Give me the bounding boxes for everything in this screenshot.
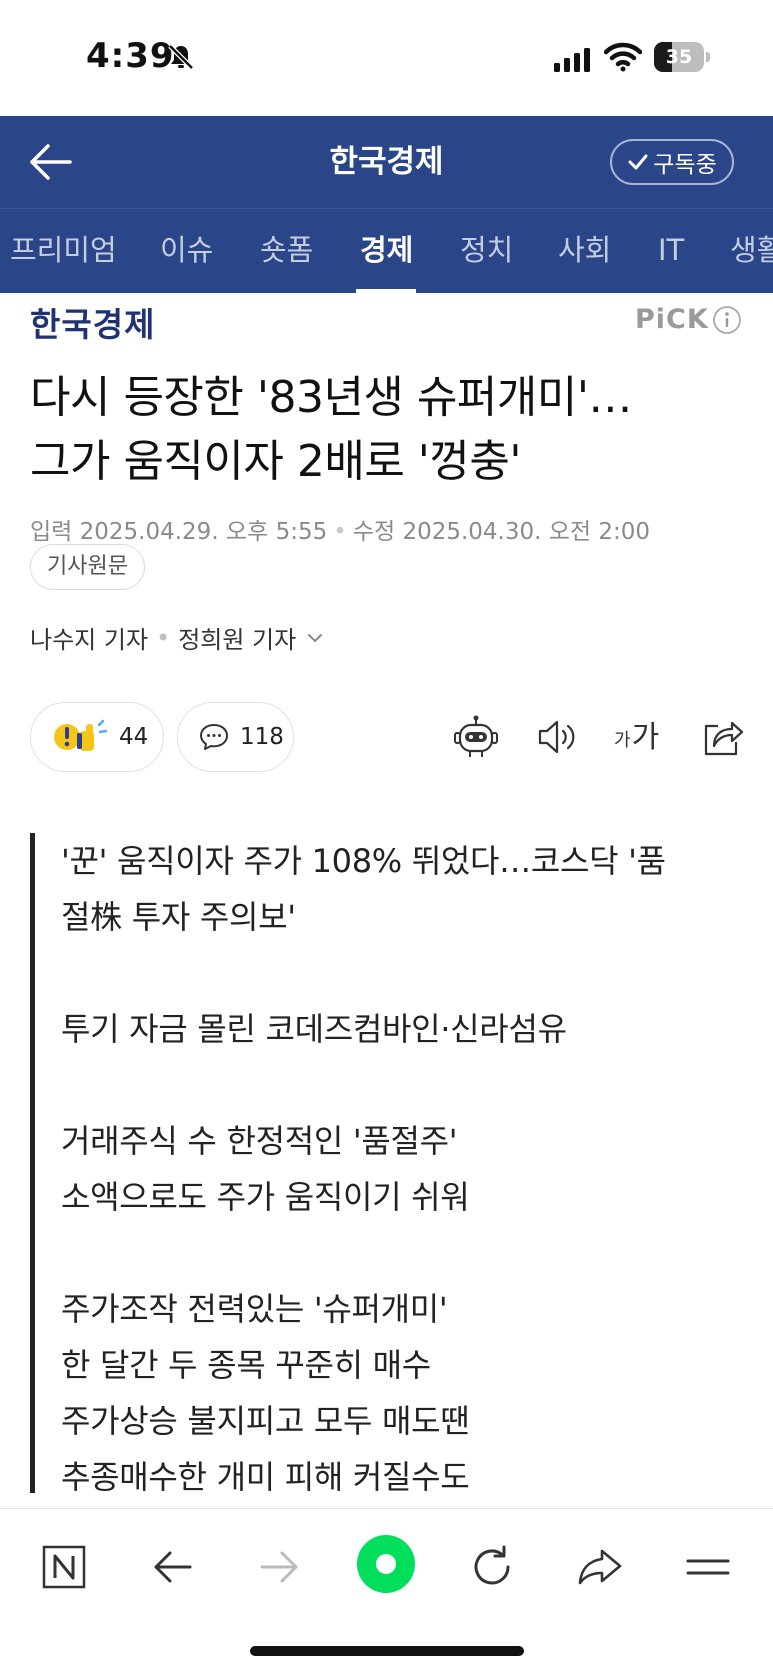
font-size-big-glyph: 가 [631, 720, 660, 755]
pick-badge: PiCK [635, 304, 709, 335]
refresh-icon[interactable] [464, 1539, 520, 1595]
share-icon[interactable] [698, 714, 746, 760]
home-indicator[interactable] [250, 1646, 524, 1656]
status-bar: 4:39 35 [0, 0, 773, 116]
tab-life[interactable]: 생활 [730, 209, 773, 293]
reporter-name: 정희원 기자 [178, 626, 297, 654]
summary-line: 한 달간 두 종목 꾸준히 매수 [61, 1346, 431, 1384]
naver-green-dot-icon[interactable] [355, 1533, 417, 1595]
tab-premium[interactable]: 프리미엄 [10, 209, 117, 293]
wifi-icon [604, 42, 642, 72]
forward-icon[interactable] [252, 1539, 308, 1595]
headline-line-1: 다시 등장한 '83년생 슈퍼개미'… [30, 372, 632, 423]
summary-line: 거래주식 수 한정적인 '품절주' [61, 1122, 458, 1160]
reaction-count: 44 [119, 724, 149, 750]
active-tab-indicator [356, 289, 416, 293]
article-headline: 다시 등장한 '83년생 슈퍼개미'… 그가 움직이자 2배로 '껑충' [30, 366, 750, 494]
input-date: 입력 2025.04.29. 오후 5:55 [30, 519, 328, 545]
summary-line: '꾼' 움직이자 주가 108% 뛰었다…코스닥 '품 [61, 842, 666, 880]
battery-indicator: 35 [654, 42, 710, 72]
reporter-list[interactable]: 나수지 기자 • 정희원 기자 [30, 620, 326, 655]
naver-home-icon[interactable] [36, 1539, 92, 1595]
summary-line: 소액으로도 주가 움직이기 쉬워 [61, 1178, 470, 1216]
tab-issue[interactable]: 이슈 [160, 209, 213, 293]
cellular-signal-icon [554, 48, 590, 72]
comment-icon [200, 724, 228, 750]
reporter-name: 나수지 기자 [30, 626, 149, 654]
check-icon [628, 154, 648, 170]
article-dates: 입력 2025.04.29. 오후 5:55 • 수정 2025.04.30. 오전… [30, 519, 651, 545]
subscribe-label: 구독중 [653, 152, 717, 178]
reaction-emoji-icon [54, 719, 108, 751]
app-header: 한국경제 구독중 [0, 116, 773, 208]
original-article-button[interactable]: 기사원문 [30, 544, 145, 590]
modified-date: 수정 2025.04.30. 오전 2:00 [352, 519, 651, 545]
article-summary: '꾼' 움직이자 주가 108% 뛰었다…코스닥 '품 절株 투자 주의보' 투… [30, 833, 750, 1496]
tab-economy[interactable]: 경제 [360, 209, 413, 293]
summary-line: 주가조작 전력있는 '슈퍼개미' [61, 1290, 448, 1328]
font-size-small-glyph: 가 [614, 730, 631, 751]
summary-line: 투기 자금 몰린 코데즈컴바인·신라섬유 [61, 1010, 567, 1048]
info-icon[interactable] [712, 305, 742, 335]
press-logo[interactable]: 한국경제 [30, 298, 155, 346]
battery-percent: 35 [665, 46, 693, 68]
tab-society[interactable]: 사회 [558, 209, 611, 293]
chevron-down-icon [308, 633, 323, 642]
summary-line: 추종매수한 개미 피해 커질수도 [61, 1458, 470, 1496]
summary-line: 절株 투자 주의보' [61, 898, 296, 936]
subscribe-button[interactable]: 구독중 [610, 139, 734, 185]
category-tabs: 프리미엄 이슈 숏폼 경제 정치 사회 IT 생활 [0, 208, 773, 293]
comment-count: 118 [240, 724, 284, 750]
share-arrow-icon[interactable] [572, 1539, 628, 1595]
bell-muted-icon [168, 44, 194, 70]
summary-line: 주가상승 불지피고 모두 매도땐 [61, 1402, 470, 1440]
ai-summary-robot-icon[interactable] [452, 714, 500, 760]
back-icon[interactable] [144, 1539, 200, 1595]
tab-it[interactable]: IT [658, 209, 684, 293]
menu-icon[interactable] [680, 1539, 736, 1595]
tab-politics[interactable]: 정치 [460, 209, 513, 293]
font-size-button[interactable]: 가 가 [614, 716, 659, 756]
text-to-speech-icon[interactable] [534, 714, 582, 760]
headline-line-2: 그가 움직이자 2배로 '껑충' [30, 436, 521, 487]
status-time: 4:39 [86, 36, 175, 76]
reaction-button[interactable]: 44 [30, 702, 164, 772]
tab-shortform[interactable]: 숏폼 [260, 209, 313, 293]
comment-button[interactable]: 118 [177, 702, 294, 772]
